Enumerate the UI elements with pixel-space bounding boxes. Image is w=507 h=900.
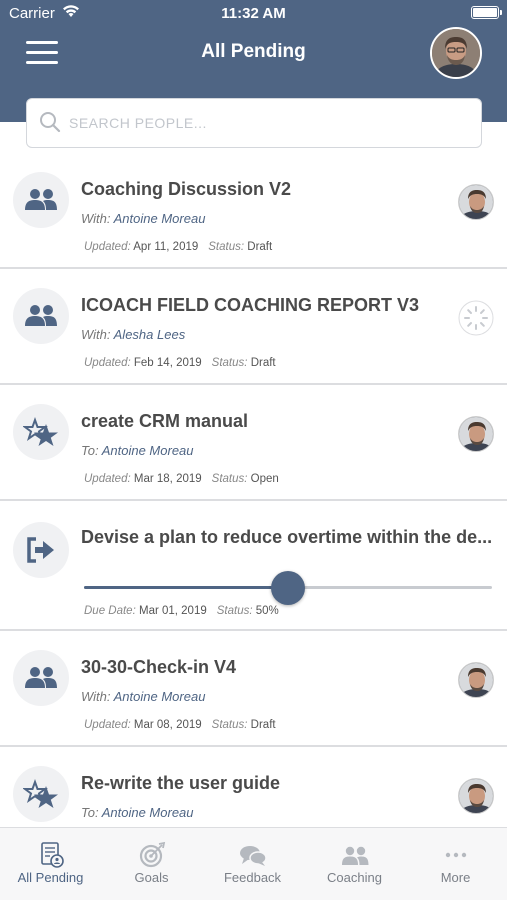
item-title: Coaching Discussion V2 [81,179,292,199]
item-meta: Updated: Mar 08, 2019 Status: Draft [84,719,276,731]
item-with: To: Antoine Moreau [81,443,194,458]
item-person: Antoine Moreau [113,211,206,226]
list-item[interactable]: Devise a plan to reduce overtime within … [0,501,507,631]
tab-coaching[interactable]: Coaching [304,828,405,900]
assignee-avatar [458,662,494,698]
tab-label: More [440,870,471,885]
tab-more[interactable]: More [405,828,506,900]
list-item[interactable]: 30-30-Check-in V4 With: Antoine Moreau U… [0,631,507,747]
tab-all-pending[interactable]: All Pending [0,828,101,900]
item-title: Devise a plan to reduce overtime within … [81,527,493,547]
stars-icon [13,766,69,822]
people-icon [13,288,69,344]
item-title: Re-write the user guide [81,773,281,793]
item-meta: Updated: Mar 18, 2019 Status: Open [84,473,279,485]
user-avatar[interactable] [430,27,482,79]
tab-bar: All Pending Goals Feedback Coaching More [0,827,507,900]
item-meta: Updated: Feb 14, 2019 Status: Draft [84,357,276,369]
pending-list-icon [36,841,66,869]
item-title: ICOACH FIELD COACHING REPORT V3 [81,295,420,315]
more-dots-icon [441,841,471,869]
exit-arrow-icon [13,522,69,578]
tab-label: Feedback [223,870,282,885]
chat-bubbles-icon [238,841,268,869]
people-icon [13,650,69,706]
status-badge: Draft [250,719,276,731]
list-item[interactable]: ICOACH FIELD COACHING REPORT V3 With: Al… [0,269,507,385]
item-with: To: Antoine Moreau [81,805,194,820]
status-badge: Draft [247,241,273,253]
item-person: Antoine Moreau [101,805,194,820]
search-bar [26,98,482,148]
tab-label: All Pending [17,870,84,885]
search-icon [39,111,61,138]
item-person: Antoine Moreau [101,443,194,458]
status-badge: Open [250,473,279,485]
item-title: create CRM manual [81,411,249,431]
slider-fill [84,586,288,589]
tab-label: Coaching [327,870,382,885]
clock: 11:32 AM [221,5,286,22]
assignee-avatar [458,778,494,814]
stars-icon [13,404,69,460]
item-meta: Due Date: Mar 01, 2019 Status: 50% [84,605,279,617]
item-meta: Updated: Apr 11, 2019 Status: Draft [84,241,273,253]
item-with: With: Antoine Moreau [81,689,206,704]
item-with: With: Antoine Moreau [81,211,206,226]
target-icon [137,841,167,869]
tab-feedback[interactable]: Feedback [202,828,303,900]
search-input[interactable] [69,107,469,139]
item-person: Alesha Lees [113,327,186,342]
status-bar: Carrier 11:32 AM [0,0,507,28]
slider-thumb[interactable] [271,571,305,605]
people-icon [13,172,69,228]
pending-list: Coaching Discussion V2 With: Antoine Mor… [0,153,507,827]
status-badge: Draft [250,357,276,369]
status-badge: 50% [255,605,279,617]
progress-slider[interactable] [84,570,492,606]
item-with: With: Alesha Lees [81,327,186,342]
people-icon [340,841,370,869]
item-title: 30-30-Check-in V4 [81,657,237,677]
list-item[interactable]: Coaching Discussion V2 With: Antoine Mor… [0,153,507,269]
item-person: Antoine Moreau [113,689,206,704]
list-item[interactable]: create CRM manual To: Antoine Moreau Upd… [0,385,507,501]
tab-label: Goals [134,870,169,885]
tab-goals[interactable]: Goals [101,828,202,900]
list-item[interactable]: Re-write the user guide To: Antoine More… [0,747,507,827]
assignee-avatar [458,416,494,452]
loading-spinner-icon [458,300,494,341]
battery-icon [471,6,502,19]
assignee-avatar [458,184,494,220]
